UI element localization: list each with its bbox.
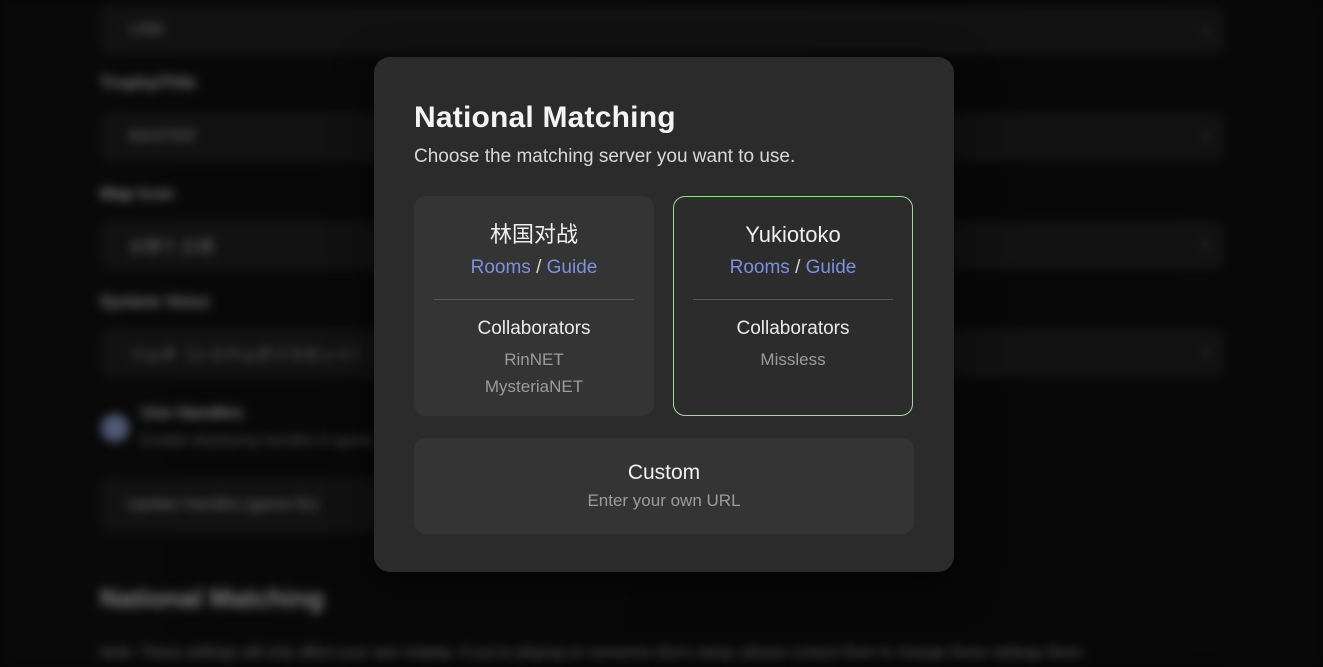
server-links: Rooms / Guide [471,255,598,281]
link-separator: / [790,257,806,278]
server-name: 林国对战 [490,221,578,249]
server-links: Rooms / Guide [730,255,857,281]
modal-title: National Matching [414,101,914,135]
modal-subtitle: Choose the matching server you want to u… [414,145,914,169]
collaborators-list: RinNET MysteriaNET [485,346,583,400]
collaborator-item: RinNET [485,346,583,373]
collaborators-list: Missless [760,346,825,373]
server-options-row: 林国对战 Rooms / Guide Collaborators RinNET … [414,196,914,416]
collaborator-item: MysteriaNET [485,373,583,400]
rooms-link[interactable]: Rooms [730,257,790,278]
server-card-yukiotoko[interactable]: Yukiotoko Rooms / Guide Collaborators Mi… [673,196,913,416]
custom-card-title: Custom [628,461,700,485]
collaborators-heading: Collaborators [478,317,591,341]
guide-link[interactable]: Guide [547,257,598,278]
rooms-link[interactable]: Rooms [471,257,531,278]
custom-card-subtitle: Enter your own URL [587,491,740,511]
collaborator-item: Missless [760,346,825,373]
link-separator: / [531,257,547,278]
server-name: Yukiotoko [745,221,840,249]
card-divider [434,299,634,300]
national-matching-modal: National Matching Choose the matching se… [374,57,954,572]
server-card-linguo[interactable]: 林国对战 Rooms / Guide Collaborators RinNET … [414,196,654,416]
card-divider [693,299,893,300]
custom-server-card[interactable]: Custom Enter your own URL [414,438,914,534]
guide-link[interactable]: Guide [806,257,857,278]
collaborators-heading: Collaborators [737,317,850,341]
